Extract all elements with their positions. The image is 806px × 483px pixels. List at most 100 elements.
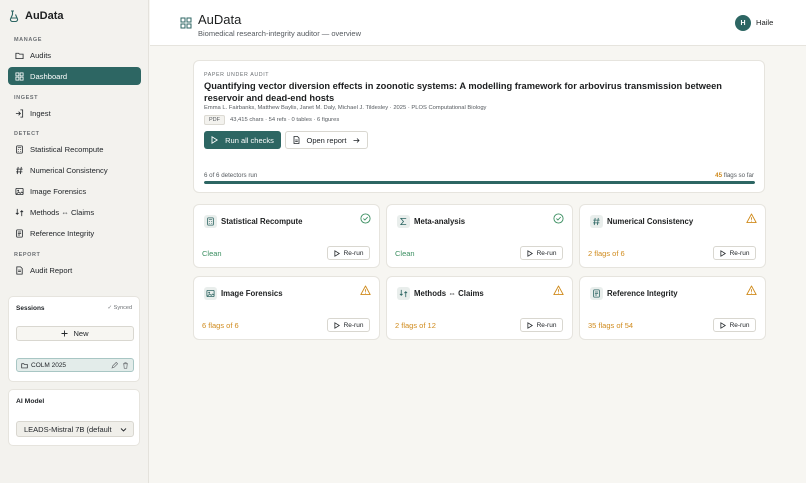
section-label-detect: DETECT <box>14 131 40 137</box>
image-icon <box>204 287 217 300</box>
detector-name: Reference Integrity <box>607 289 678 298</box>
rerun-button[interactable]: Re-run <box>520 318 563 332</box>
play-icon <box>720 249 726 257</box>
brand-logo-icon <box>9 10 19 22</box>
import-icon <box>15 108 24 118</box>
compare-arrows-icon <box>15 208 24 217</box>
ai-model-title: AI Model <box>16 398 45 405</box>
rerun-button[interactable]: Re-run <box>713 246 756 260</box>
play-icon <box>334 249 340 257</box>
user-name[interactable]: Haile <box>756 18 773 27</box>
sidebar-item-reference-integrity[interactable]: Reference Integrity <box>8 224 141 242</box>
check-circle-icon <box>360 213 371 224</box>
warning-icon <box>746 213 757 224</box>
detector-result: 6 flags of 6 <box>202 321 239 330</box>
hash-icon <box>15 166 24 175</box>
detector-card-methods-claims: Methods ⇔ Claims 2 flags of 12 Re-run <box>386 276 573 340</box>
paper-title: Quantifying vector diversion effects in … <box>204 81 722 103</box>
run-all-checks-button[interactable]: Run all checks <box>204 131 281 149</box>
detector-name: Meta-analysis <box>414 217 466 226</box>
warning-icon <box>746 285 757 296</box>
brand[interactable]: AuData <box>9 9 64 23</box>
paper-stats: 43,415 chars · 54 refs · 0 tables · 6 fi… <box>230 117 340 123</box>
sidebar-item-label: Audit Report <box>30 265 73 275</box>
sidebar-item-label: Ingest <box>30 108 51 118</box>
sidebar-item-statistical-recompute[interactable]: Statistical Recompute <box>8 140 141 158</box>
detector-name: Numerical Consistency <box>607 217 694 226</box>
sidebar-item-image-forensics[interactable]: Image Forensics <box>8 182 141 200</box>
rerun-label: Re-run <box>343 249 364 257</box>
detector-result: 2 flags of 12 <box>395 321 436 330</box>
sidebar-item-label: Audits <box>30 50 52 60</box>
detector-card-statistical-recompute: Statistical Recompute Clean Re-run <box>193 204 380 268</box>
detector-result: 35 flags of 54 <box>588 321 634 330</box>
detector-result: 2 flags of 6 <box>588 249 625 258</box>
page-subtitle: Biomedical research-integrity auditor — … <box>198 29 361 38</box>
paper-eyebrow: PAPER UNDER AUDIT <box>204 72 270 78</box>
dashboard-icon <box>180 17 192 29</box>
avatar[interactable]: H <box>735 15 751 31</box>
section-label-ingest: INGEST <box>14 95 39 101</box>
dashboard-icon <box>15 71 24 81</box>
sidebar-item-label: Reference Integrity <box>30 228 95 238</box>
sidebar-item-dashboard[interactable]: Dashboard <box>8 67 141 85</box>
progress-fill <box>204 181 755 184</box>
section-label-manage: MANAGE <box>14 37 43 43</box>
session-name: COLM 2025 <box>31 361 67 369</box>
rerun-button[interactable]: Re-run <box>327 318 370 332</box>
sidebar-item-label: Methods ⇔ Claims <box>30 207 95 217</box>
open-report-label: Open report <box>306 135 347 145</box>
detector-name: Methods ⇔ Claims <box>414 289 484 298</box>
sidebar-item-label: Image Forensics <box>30 186 87 196</box>
arrow-right-icon <box>353 137 360 144</box>
detector-card-numerical-consistency: Numerical Consistency 2 flags of 6 Re-ru… <box>579 204 766 268</box>
paper-card: PAPER UNDER AUDIT Quantifying vector div… <box>193 60 765 193</box>
progress-bar <box>204 181 755 184</box>
file-icon <box>293 136 300 144</box>
new-session-button[interactable]: New <box>16 326 134 341</box>
rerun-button[interactable]: Re-run <box>327 246 370 260</box>
sessions-title: Sessions <box>16 305 45 312</box>
rerun-button[interactable]: Re-run <box>713 318 756 332</box>
plus-icon <box>61 330 68 337</box>
detector-result: Clean <box>395 249 415 258</box>
rerun-label: Re-run <box>343 321 364 329</box>
sidebar-item-audits[interactable]: Audits <box>8 46 141 64</box>
paper-authors: Emma L. Fairbanks, Matthew Baylis, Janet… <box>204 105 487 111</box>
run-all-checks-label: Run all checks <box>225 135 274 145</box>
play-icon <box>720 321 726 329</box>
rerun-button[interactable]: Re-run <box>520 246 563 260</box>
trash-icon[interactable] <box>122 362 129 369</box>
rerun-label: Re-run <box>729 249 750 257</box>
sidebar-item-ingest[interactable]: Ingest <box>8 104 141 122</box>
edit-icon[interactable] <box>111 362 118 369</box>
warning-icon <box>360 285 371 296</box>
calculator-icon <box>15 144 24 154</box>
sync-status: ✓ Synced <box>107 305 132 311</box>
play-icon <box>527 321 533 329</box>
session-item[interactable]: COLM 2025 <box>16 358 134 372</box>
ai-model-selected: LEADS-Mistral 7B (default <box>24 424 112 434</box>
sidebar-item-label: Numerical Consistency <box>30 165 108 175</box>
sidebar-item-numerical-consistency[interactable]: Numerical Consistency <box>8 161 141 179</box>
ai-model-select[interactable]: LEADS-Mistral 7B (default <box>16 421 134 437</box>
folder-open-icon <box>15 51 24 60</box>
page-title: AuData <box>198 12 242 27</box>
sidebar-item-methods-claims[interactable]: Methods ⇔ Claims <box>8 203 141 221</box>
hash-icon <box>590 215 603 228</box>
brand-name: AuData <box>25 10 64 22</box>
open-report-button[interactable]: Open report <box>285 131 368 149</box>
format-badge: PDF <box>204 115 225 125</box>
paper-meta: PDF 43,415 chars · 54 refs · 0 tables · … <box>204 115 339 125</box>
sidebar-item-audit-report[interactable]: Audit Report <box>8 261 141 279</box>
file-text-icon <box>15 228 24 238</box>
section-label-report: REPORT <box>14 252 41 258</box>
detector-result: Clean <box>202 249 222 258</box>
play-icon <box>334 321 340 329</box>
chevron-down-icon <box>120 426 127 433</box>
report-icon <box>15 265 24 275</box>
detector-name: Image Forensics <box>221 289 283 298</box>
detector-card-image-forensics: Image Forensics 6 flags of 6 Re-run <box>193 276 380 340</box>
page-header: AuData Biomedical research-integrity aud… <box>150 0 806 46</box>
flags-count: 45 <box>715 172 723 179</box>
